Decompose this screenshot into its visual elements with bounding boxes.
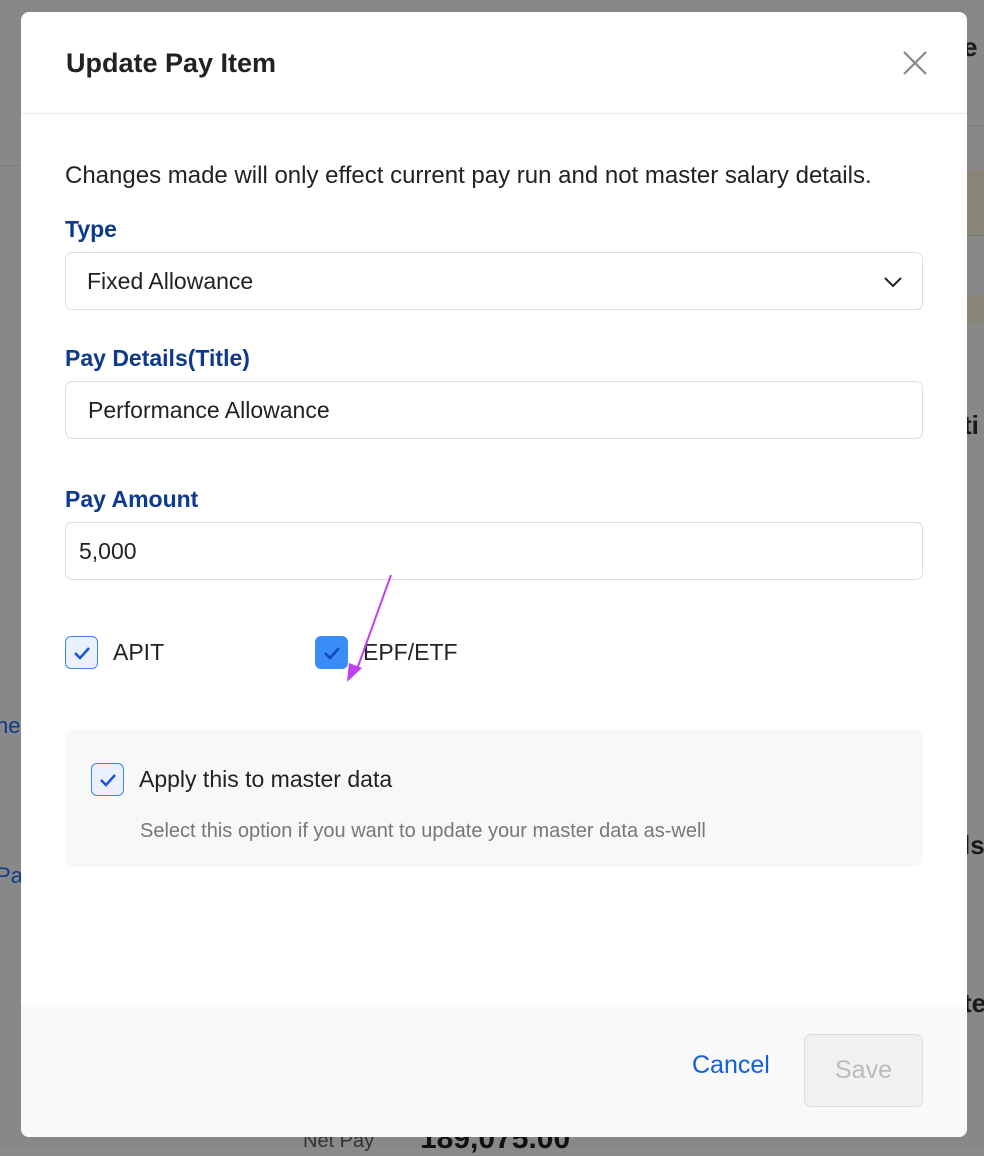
- annotation-arrow-icon: [347, 574, 392, 682]
